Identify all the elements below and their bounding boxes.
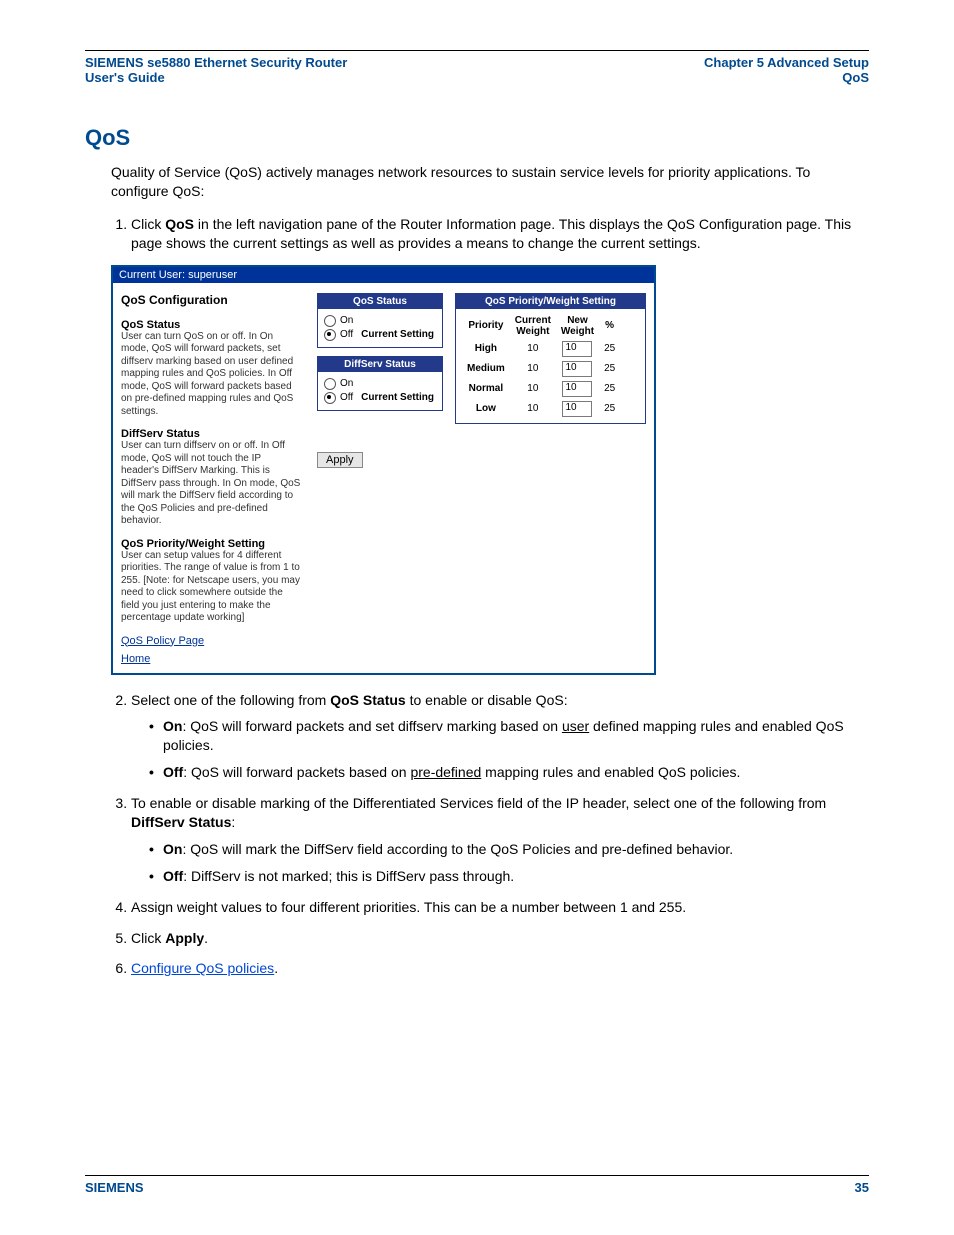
qos-off-radio[interactable]: Off Current Setting	[324, 329, 436, 341]
fig-title: QoS Configuration	[121, 293, 301, 307]
header-product: SIEMENS se5880 Ethernet Security Router	[85, 55, 347, 70]
weight-row-low: Low 10 10 25	[462, 399, 620, 419]
weight-input-high[interactable]: 10	[562, 341, 592, 357]
steps-list: Click QoS in the left navigation pane of…	[131, 215, 869, 253]
fig-qos-status-text: User can turn QoS on or off. In On mode,…	[121, 331, 301, 419]
step-4: Assign weight values to four different p…	[131, 898, 869, 917]
intro-text: Quality of Service (QoS) actively manage…	[111, 163, 869, 201]
step-2: Select one of the following from QoS Sta…	[131, 691, 869, 783]
diffserv-status-panel-head: DiffServ Status	[318, 357, 442, 372]
home-link[interactable]: Home	[121, 653, 301, 665]
step-3-on: On: QoS will mark the DiffServ field acc…	[149, 840, 869, 859]
qos-on-radio[interactable]: On	[324, 315, 436, 327]
step-2-on: On: QoS will forward packets and set dif…	[149, 717, 869, 755]
pw-panel-head: QoS Priority/Weight Setting	[456, 294, 645, 309]
fig-pw-text: User can setup values for 4 different pr…	[121, 550, 301, 625]
weight-input-medium[interactable]: 10	[562, 361, 592, 377]
footer-brand: SIEMENS	[85, 1180, 144, 1195]
page-header: SIEMENS se5880 Ethernet Security Router …	[85, 55, 869, 85]
apply-button[interactable]: Apply	[317, 452, 363, 468]
header-guide: User's Guide	[85, 70, 165, 85]
diffserv-off-radio[interactable]: Off Current Setting	[324, 392, 436, 404]
footer-page-number: 35	[855, 1180, 869, 1195]
qos-policy-link[interactable]: QoS Policy Page	[121, 635, 301, 647]
page-footer: SIEMENS 35	[85, 1175, 869, 1195]
fig-diffserv-text: User can turn diffserv on or off. In Off…	[121, 440, 301, 528]
fig-diffserv-heading: DiffServ Status	[121, 428, 301, 440]
step-3-off: Off: DiffServ is not marked; this is Dif…	[149, 867, 869, 886]
step-5: Click Apply.	[131, 929, 869, 948]
fig-qos-status-heading: QoS Status	[121, 319, 301, 331]
header-section: QoS	[842, 70, 869, 85]
weight-row-normal: Normal 10 10 25	[462, 379, 620, 399]
step-2-off: Off: QoS will forward packets based on p…	[149, 763, 869, 782]
current-user-bar: Current User: superuser	[113, 267, 654, 283]
qos-status-panel-head: QoS Status	[318, 294, 442, 309]
page-title: QoS	[85, 125, 869, 151]
qos-config-screenshot: Current User: superuser QoS Configuratio…	[111, 265, 656, 675]
weight-row-high: High 10 10 25	[462, 339, 620, 359]
weight-row-medium: Medium 10 10 25	[462, 359, 620, 379]
weight-input-normal[interactable]: 10	[562, 381, 592, 397]
step-1: Click QoS in the left navigation pane of…	[131, 215, 869, 253]
step-6: Configure QoS policies.	[131, 959, 869, 978]
header-chapter: Chapter 5 Advanced Setup	[704, 55, 869, 70]
weight-input-low[interactable]: 10	[562, 401, 592, 417]
fig-pw-heading: QoS Priority/Weight Setting	[121, 538, 301, 550]
weight-table: Priority CurrentWeight NewWeight % High …	[462, 313, 620, 419]
diffserv-on-radio[interactable]: On	[324, 378, 436, 390]
steps-list-continued: Select one of the following from QoS Sta…	[131, 691, 869, 979]
step-3: To enable or disable marking of the Diff…	[131, 794, 869, 886]
configure-qos-link[interactable]: Configure QoS policies	[131, 960, 274, 976]
